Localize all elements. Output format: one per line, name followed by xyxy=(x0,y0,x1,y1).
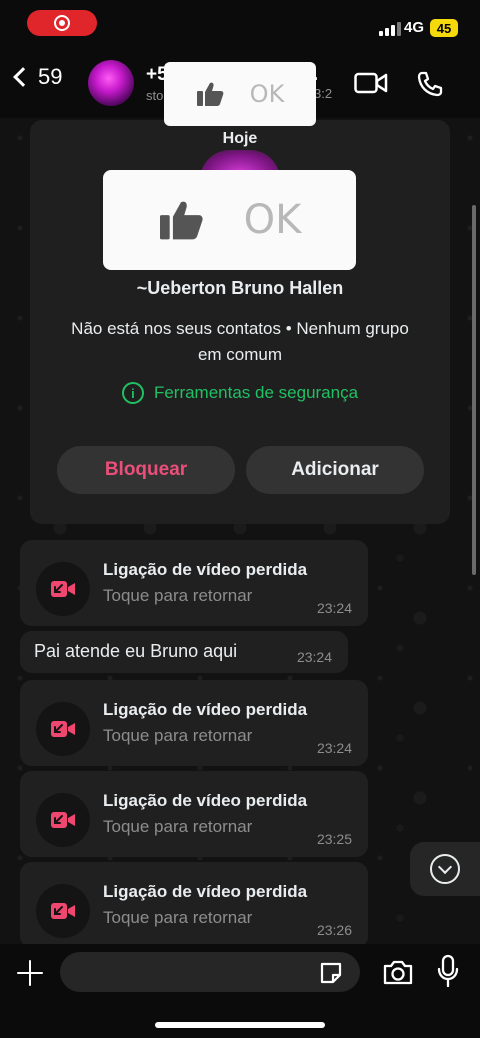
signal-strength-icon xyxy=(379,22,401,36)
message-time: 23:25 xyxy=(316,831,352,847)
message-time: 23:24 xyxy=(296,649,332,665)
chevron-left-icon xyxy=(13,67,33,87)
call-subtitle: Toque para retornar xyxy=(103,817,253,836)
header-time-fragment: 3:2 xyxy=(314,86,333,101)
back-button[interactable]: 59 xyxy=(10,64,62,90)
call-title: Ligação de vídeo perdida xyxy=(103,791,308,810)
microphone-icon[interactable] xyxy=(436,954,460,988)
sticker-icon[interactable] xyxy=(318,960,344,986)
call-subtitle: Toque para retornar xyxy=(103,586,253,605)
message-time: 23:24 xyxy=(316,600,352,616)
call-subtitle: Toque para retornar xyxy=(103,908,253,927)
add-contact-button[interactable]: Adicionar xyxy=(246,446,424,494)
missed-video-call-icon xyxy=(51,812,75,828)
scrollbar[interactable] xyxy=(472,205,476,575)
home-indicator[interactable] xyxy=(155,1022,325,1028)
ok-sticker-large: OK xyxy=(103,170,356,270)
block-button[interactable]: Bloquear xyxy=(57,446,235,494)
call-title: Ligação de vídeo perdida xyxy=(103,882,308,901)
missed-call-message[interactable]: Ligação de vídeo perdida Toque para reto… xyxy=(20,540,368,626)
scroll-to-bottom-button[interactable] xyxy=(410,842,480,896)
safety-tools-link[interactable]: i Ferramentas de segurança xyxy=(0,382,480,404)
composer-bar xyxy=(0,944,480,1038)
message-time: 23:26 xyxy=(316,922,352,938)
call-subtitle: Toque para retornar xyxy=(103,726,253,745)
camera-icon[interactable] xyxy=(382,958,414,986)
attach-button[interactable] xyxy=(15,958,45,988)
contact-subtitle: sto xyxy=(146,88,164,103)
screen-recording-indicator[interactable] xyxy=(27,10,97,36)
status-bar: 4G 45 xyxy=(0,0,480,50)
message-time: 23:24 xyxy=(316,740,352,756)
call-title: Ligação de vídeo perdida xyxy=(103,700,308,719)
record-icon xyxy=(54,15,70,31)
call-title: Ligação de vídeo perdida xyxy=(103,560,308,579)
message-body: Pai atende eu Bruno aqui xyxy=(34,641,238,661)
thumbs-up-icon xyxy=(196,82,224,106)
avatar[interactable] xyxy=(88,60,134,106)
missed-video-call-icon xyxy=(51,581,75,597)
ok-label: OK xyxy=(243,197,302,243)
missed-call-message[interactable]: Ligação de vídeo perdida Toque para reto… xyxy=(20,862,368,948)
ok-sticker-small: OK xyxy=(164,62,316,126)
video-call-icon[interactable] xyxy=(354,72,388,94)
contact-info-text: Não está nos seus contatos • Nenhum grup… xyxy=(71,319,409,364)
missed-call-message[interactable]: Ligação de vídeo perdida Toque para reto… xyxy=(20,771,368,857)
missed-video-call-icon xyxy=(51,903,75,919)
phone-icon[interactable] xyxy=(416,70,444,98)
unread-count: 59 xyxy=(38,64,63,89)
text-message[interactable]: Pai atende eu Bruno aqui 23:24 xyxy=(20,631,348,673)
message-input[interactable] xyxy=(60,952,360,992)
chevron-down-icon xyxy=(430,854,460,884)
contact-display-name: ~Ueberton Bruno Hallen xyxy=(136,278,344,298)
safety-tools-label: Ferramentas de segurança xyxy=(153,383,359,402)
info-icon: i xyxy=(121,382,144,404)
missed-video-call-icon xyxy=(51,721,75,737)
network-type: 4G xyxy=(404,19,425,36)
date-divider: Hoje xyxy=(222,130,258,147)
missed-call-message[interactable]: Ligação de vídeo perdida Toque para reto… xyxy=(20,680,368,766)
ok-label: OK xyxy=(249,80,285,108)
battery-icon: 45 xyxy=(430,19,458,37)
thumbs-up-icon xyxy=(159,201,203,240)
